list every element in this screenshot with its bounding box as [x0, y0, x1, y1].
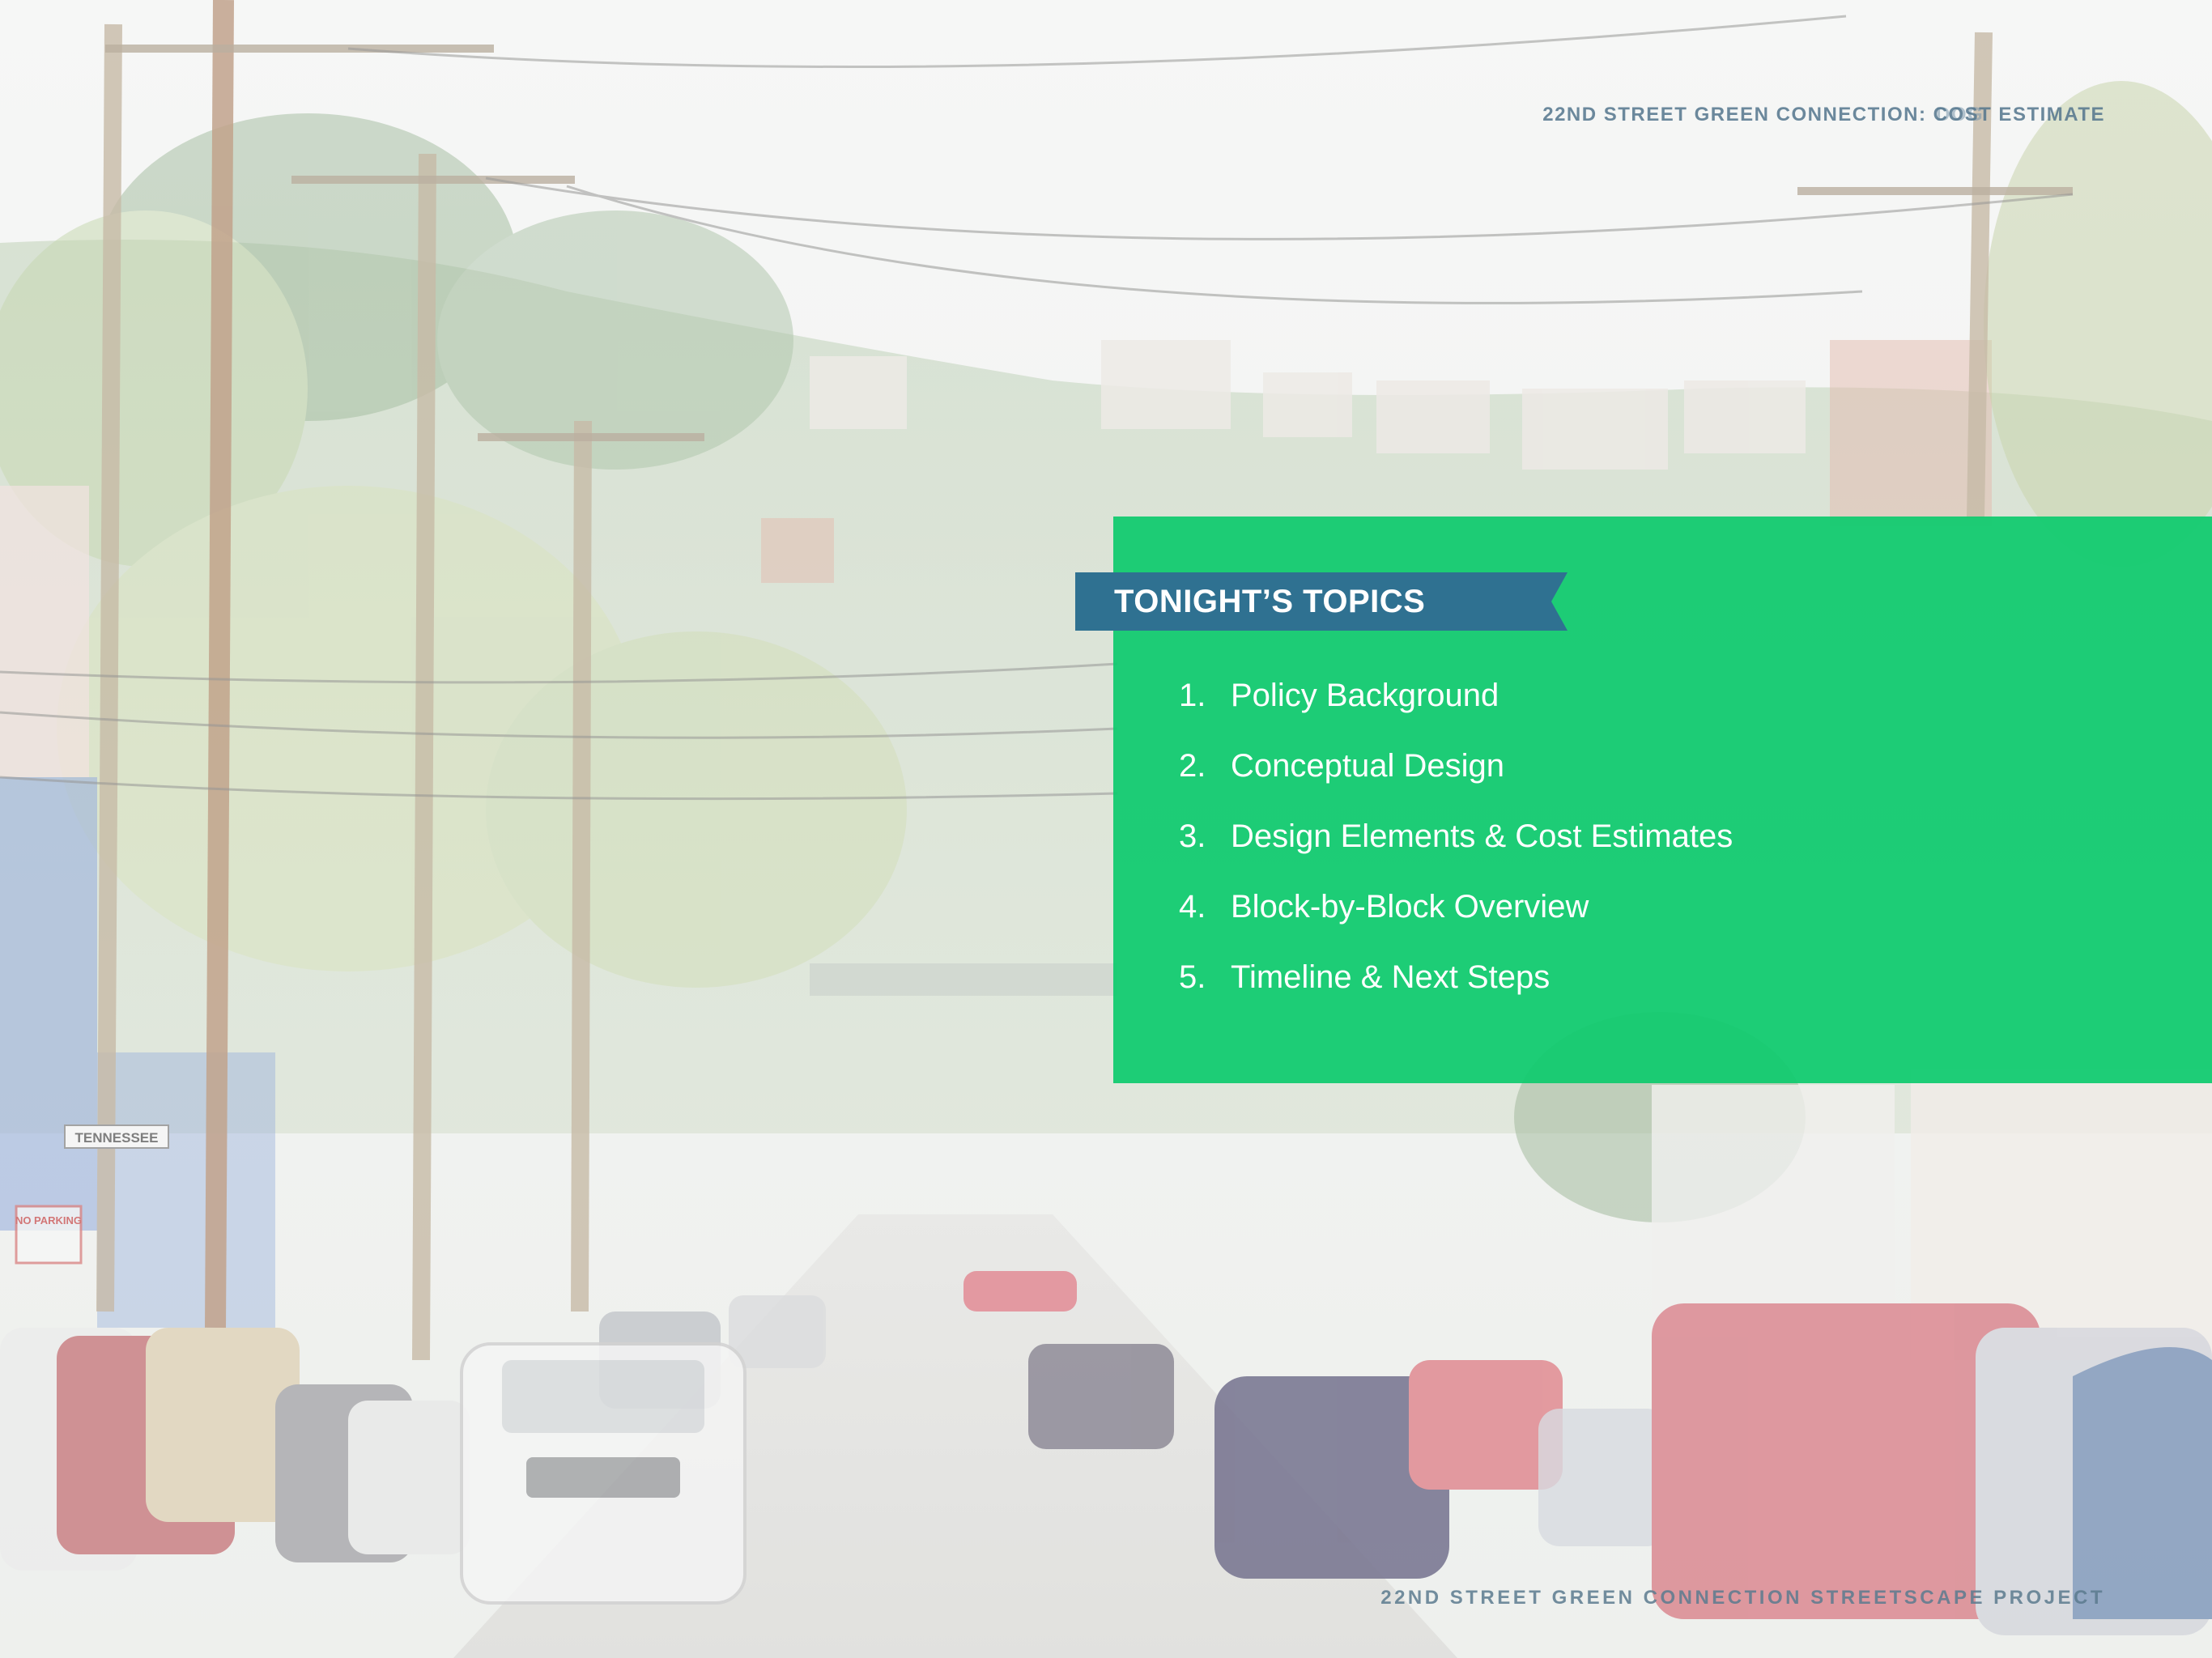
topic-item-1: 1. Policy Background — [1179, 669, 1733, 739]
topic-label: Conceptual Design — [1231, 748, 1504, 784]
topic-item-4: 4. Block-by-Block Overview — [1179, 880, 1733, 950]
topic-number: 5. — [1179, 959, 1206, 995]
topic-number: 3. — [1179, 818, 1206, 854]
topic-label: Block-by-Block Overview — [1231, 889, 1589, 925]
topic-number: 2. — [1179, 748, 1206, 784]
topic-number: 4. — [1179, 889, 1206, 925]
topic-item-5: 5. Timeline & Next Steps — [1179, 950, 1733, 1021]
header-title: DOG22ND STREET GREEN CONNECTION: COST ES… — [1542, 104, 2105, 126]
header-title-text: 22ND STREET GREEN CONNECTION: COST ESTIM… — [1542, 104, 2105, 125]
topic-item-2: 2. Conceptual Design — [1179, 739, 1733, 810]
topic-label: Timeline & Next Steps — [1231, 959, 1551, 995]
footer-title: 22ND STREET GREEN CONNECTION STREETSCAPE… — [1380, 1587, 2105, 1609]
topics-heading: TONIGHT’S TOPICS — [1114, 584, 1426, 619]
topic-number: 1. — [1179, 678, 1206, 713]
topics-banner: TONIGHT’S TOPICS — [1075, 572, 1569, 631]
topic-label: Design Elements & Cost Estimates — [1231, 818, 1733, 854]
topic-item-3: 3. Design Elements & Cost Estimates — [1179, 810, 1733, 880]
topics-list: 1. Policy Background 2. Conceptual Design … — [1179, 669, 1733, 1021]
topic-label: Policy Background — [1231, 678, 1499, 713]
